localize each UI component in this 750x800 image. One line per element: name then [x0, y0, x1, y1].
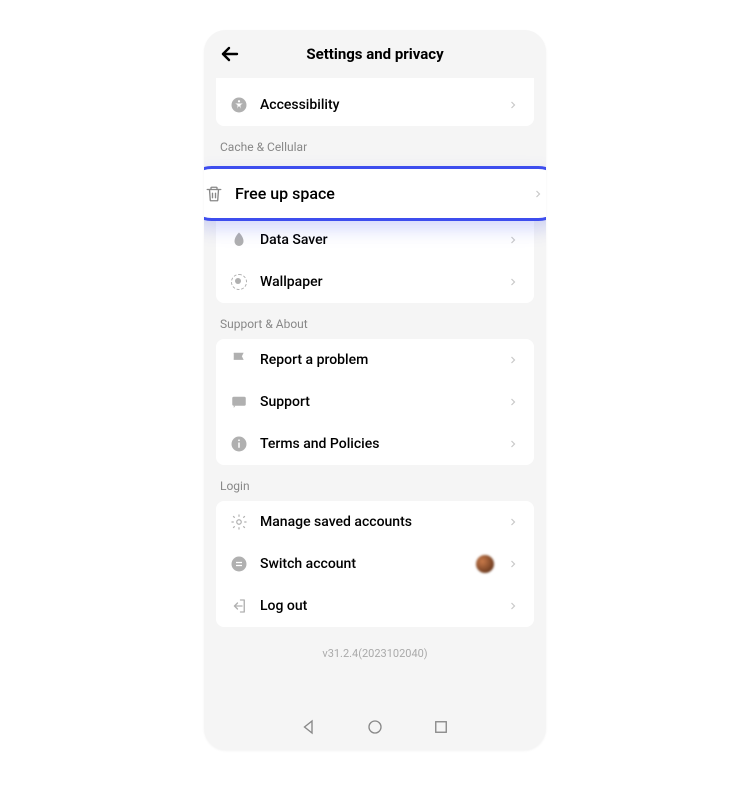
section-label-support: Support & About	[216, 303, 534, 339]
account-avatar	[476, 555, 494, 573]
settings-item-data-saver[interactable]: Data Saver	[216, 219, 534, 261]
chevron-right-icon	[506, 437, 520, 451]
chevron-right-icon	[506, 98, 520, 112]
card-support: Report a problem Support Terms and Polic	[216, 339, 534, 465]
nav-recent-icon[interactable]	[432, 718, 450, 740]
settings-item-accessibility[interactable]: Accessibility	[216, 84, 534, 126]
accessibility-icon	[230, 96, 248, 114]
settings-item-label: Wallpaper	[260, 274, 494, 290]
settings-item-label: Manage saved accounts	[260, 514, 494, 530]
settings-item-logout[interactable]: Log out	[216, 585, 534, 627]
settings-item-wallpaper[interactable]: Wallpaper	[216, 261, 534, 303]
settings-item-manage-accounts[interactable]: Manage saved accounts	[216, 501, 534, 543]
settings-item-label: Terms and Policies	[260, 436, 494, 452]
settings-item-label: Switch account	[260, 556, 464, 572]
gear-icon	[230, 513, 248, 531]
wallpaper-icon	[230, 273, 248, 291]
section-label-cache: Cache & Cellular	[216, 126, 534, 162]
chat-icon	[230, 393, 248, 411]
settings-item-report[interactable]: Report a problem	[216, 339, 534, 381]
chevron-right-icon	[506, 353, 520, 367]
chevron-right-icon	[506, 599, 520, 613]
settings-item-support[interactable]: Support	[216, 381, 534, 423]
chevron-right-icon	[506, 557, 520, 571]
data-saver-icon	[230, 231, 248, 249]
info-icon	[230, 435, 248, 453]
settings-item-switch-account[interactable]: Switch account	[216, 543, 534, 585]
generic-icon	[230, 78, 248, 81]
switch-icon	[230, 555, 248, 573]
back-button[interactable]	[218, 42, 242, 66]
arrow-left-icon	[218, 42, 242, 66]
settings-item-terms[interactable]: Terms and Policies	[216, 423, 534, 465]
settings-item-label: Data Saver	[260, 232, 494, 248]
chevron-right-icon	[506, 515, 520, 529]
settings-item-label: Accessibility	[260, 97, 494, 113]
page-title: Settings and privacy	[242, 45, 508, 63]
section-label-login: Login	[216, 465, 534, 501]
flag-icon	[230, 351, 248, 369]
settings-item-label: Free up space	[235, 184, 519, 203]
logout-icon	[230, 597, 248, 615]
card-display: Accessibility	[216, 78, 534, 126]
phone-frame: Settings and privacy Accessibility Cache…	[204, 30, 546, 750]
chevron-right-icon	[506, 275, 520, 289]
trash-icon	[205, 185, 223, 203]
nav-home-icon[interactable]	[366, 718, 384, 740]
content-scroll[interactable]: Accessibility Cache & Cellular Free up s…	[204, 78, 546, 682]
system-nav-bar	[204, 718, 546, 740]
settings-item-label: Report a problem	[260, 352, 494, 368]
settings-item-label: Log out	[260, 598, 494, 614]
version-text: v31.2.4(2023102040)	[216, 627, 534, 670]
settings-item-free-up-space[interactable]: Free up space	[204, 166, 546, 221]
nav-back-icon[interactable]	[300, 718, 318, 740]
chevron-right-icon	[506, 395, 520, 409]
chevron-right-icon	[531, 187, 545, 201]
card-login: Manage saved accounts Switch account	[216, 501, 534, 627]
header: Settings and privacy	[204, 30, 546, 78]
chevron-right-icon	[506, 233, 520, 247]
settings-item-label: Support	[260, 394, 494, 410]
